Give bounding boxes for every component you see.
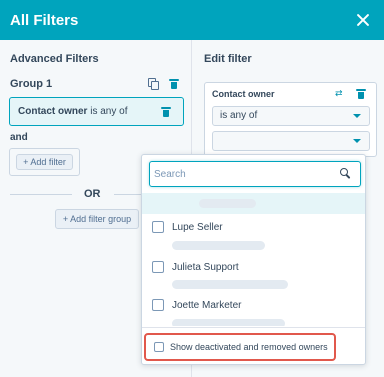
swap-property-icon[interactable]: ⇄ <box>335 89 343 98</box>
value-select[interactable] <box>212 131 370 151</box>
chevron-down-icon <box>353 139 361 143</box>
operator-select-value: is any of <box>220 110 258 121</box>
redacted-text <box>199 199 256 208</box>
owner-option-label: Lupe Seller <box>172 221 223 233</box>
advanced-filters-title: Advanced Filters <box>10 53 99 65</box>
property-label: Contact owner <box>212 89 275 99</box>
clone-group-icon[interactable] <box>148 78 159 90</box>
and-label: and <box>10 132 28 143</box>
show-deactivated-option[interactable]: Show deactivated and removed owners <box>144 333 336 361</box>
dropdown-footer-divider <box>142 327 365 328</box>
show-deactivated-label: Show deactivated and removed owners <box>170 342 328 352</box>
group-title: Group 1 <box>10 78 53 90</box>
redacted-text <box>172 241 265 250</box>
owner-checkbox[interactable] <box>152 299 164 311</box>
owner-option-label: Joette Marketer <box>172 299 242 311</box>
add-filter-container: + Add filter <box>9 148 80 176</box>
delete-filter-icon[interactable] <box>356 89 366 99</box>
or-label: OR <box>84 188 101 200</box>
edit-filter-title: Edit filter <box>204 53 252 65</box>
modal-header: All Filters <box>0 0 384 40</box>
search-input[interactable] <box>154 166 334 182</box>
add-filter-group-button[interactable]: + Add filter group <box>55 209 139 229</box>
redacted-text <box>172 280 288 289</box>
operator-select[interactable]: is any of <box>212 106 370 126</box>
delete-filter-icon[interactable] <box>161 107 171 117</box>
chevron-down-icon <box>353 114 361 118</box>
delete-group-icon[interactable] <box>169 79 179 89</box>
modal-title: All Filters <box>10 11 79 29</box>
search-icon[interactable] <box>340 168 351 179</box>
close-icon[interactable] <box>352 9 374 31</box>
show-deactivated-checkbox[interactable] <box>154 342 164 352</box>
owner-option[interactable]: Lupe Seller <box>152 219 223 235</box>
redacted-text <box>172 319 285 326</box>
owner-option-label: Julieta Support <box>172 261 239 273</box>
filter-property: Contact owner <box>18 106 88 117</box>
owner-option[interactable]: Julieta Support <box>152 259 239 275</box>
filter-card-text: Contact owner is any of <box>18 106 127 117</box>
owner-list: Lupe Seller Julieta Support Joette Marke… <box>142 193 365 326</box>
owner-dropdown: Lupe Seller Julieta Support Joette Marke… <box>141 154 366 365</box>
owner-checkbox[interactable] <box>152 261 164 273</box>
owner-option[interactable]: Joette Marketer <box>152 297 241 313</box>
filter-card-contact-owner[interactable]: Contact owner is any of <box>9 97 184 126</box>
search-box <box>149 161 361 187</box>
edit-filter-box: Contact owner ⇄ is any of <box>204 82 377 157</box>
add-filter-button[interactable]: + Add filter <box>16 154 73 170</box>
owner-checkbox[interactable] <box>152 221 164 233</box>
or-divider-left <box>10 194 72 195</box>
filter-operator: is any of <box>90 106 128 117</box>
